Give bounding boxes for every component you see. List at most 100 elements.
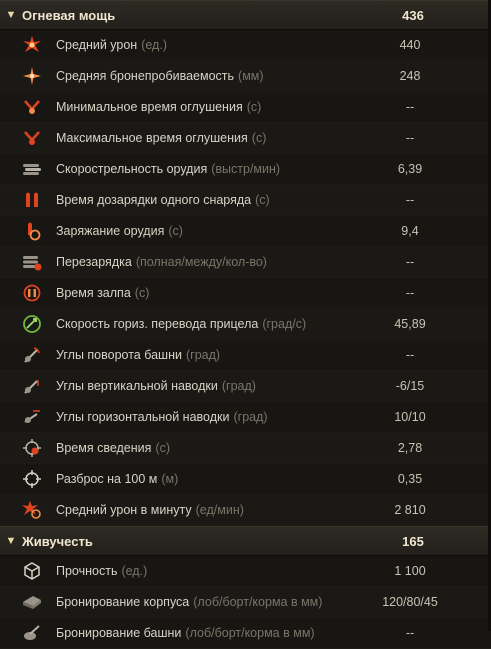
stun-min-icon — [21, 96, 43, 118]
stat-unit: (ед.) — [141, 38, 167, 52]
stat-unit: (град) — [233, 410, 268, 424]
stat-label: Время залпа — [56, 286, 131, 300]
stat-label: Средний урон — [56, 38, 138, 52]
section-header-survivability[interactable]: ▼ Живучесть 165 — [0, 526, 491, 556]
turret-armor-icon — [21, 622, 43, 644]
stat-value: -- — [405, 193, 415, 207]
turret-angle-icon — [21, 344, 43, 366]
stat-value: -- — [405, 286, 415, 300]
stat-row: Заряжание орудия (с) 9,4 — [0, 216, 491, 247]
stat-row: Максимальное время оглушения (с) -- — [0, 123, 491, 154]
stat-unit: (лоб/борт/корма в мм) — [185, 626, 315, 640]
traverse-speed-icon — [21, 313, 43, 335]
crosshair-icon — [21, 468, 43, 490]
stat-value: 6,39 — [397, 162, 423, 176]
stat-value: 9,4 — [401, 224, 419, 238]
stat-unit: (с) — [155, 441, 170, 455]
stat-row: Углы вертикальной наводки (град) -6/15 — [0, 371, 491, 402]
stat-row: Перезарядка (полная/между/кол-во) -- — [0, 247, 491, 278]
stat-value: 120/80/45 — [382, 595, 438, 609]
stat-row: Время сведения (с) 2,78 — [0, 433, 491, 464]
stat-value: 2,78 — [397, 441, 423, 455]
stat-unit: (м) — [161, 472, 179, 486]
stat-value: -- — [405, 626, 415, 640]
stat-row: Средний урон (ед.) 440 — [0, 30, 491, 61]
chevron-down-icon[interactable]: ▼ — [0, 9, 22, 21]
stat-row: Углы горизонтальной наводки (град) 10/10 — [0, 402, 491, 433]
stat-value: -6/15 — [395, 379, 425, 393]
stat-unit: (град/с) — [262, 317, 307, 331]
stat-row: Прочность (ед.) 1 100 — [0, 556, 491, 587]
penetration-icon — [21, 65, 43, 87]
stat-unit: (полная/между/кол-во) — [135, 255, 267, 269]
aim-time-icon — [21, 437, 43, 459]
rate-of-fire-icon — [21, 158, 43, 180]
stun-max-icon — [21, 127, 43, 149]
section-header-firepower[interactable]: ▼ Огневая мощь 436 — [0, 0, 491, 30]
stat-unit: (с) — [134, 286, 150, 300]
stat-value: -- — [405, 255, 415, 269]
vehicle-stats-panel: ▼ Огневая мощь 436 Средний урон (ед.) 44… — [0, 0, 491, 649]
stat-label: Разброс на 100 м — [56, 472, 158, 486]
stat-row: Скорость гориз. перевода прицела (град/с… — [0, 309, 491, 340]
stat-value: 2 810 — [394, 503, 426, 517]
stat-label: Перезарядка — [56, 255, 132, 269]
stat-unit: (град) — [221, 379, 256, 393]
stat-label: Прочность — [56, 564, 118, 578]
stat-row: Время дозарядки одного снаряда (с) -- — [0, 185, 491, 216]
stat-row: Средняя бронепробиваемость (мм) 248 — [0, 61, 491, 92]
stat-value: -- — [405, 348, 415, 362]
section-total: 165 — [402, 533, 424, 549]
stat-row: Бронирование башни (лоб/борт/корма в мм)… — [0, 618, 491, 649]
stat-label: Углы горизонтальной наводки — [56, 410, 230, 424]
magazine-icon — [21, 251, 43, 273]
salvo-icon — [21, 282, 43, 304]
stat-label: Заряжание орудия — [56, 224, 165, 238]
survivability-list: Прочность (ед.) 1 100 Бронирование корпу… — [0, 556, 491, 649]
section-title: Живучесть — [22, 533, 93, 549]
stat-row: Разброс на 100 м (м) 0,35 — [0, 464, 491, 495]
stat-label: Время сведения — [56, 441, 152, 455]
stat-value: -- — [405, 100, 415, 114]
stat-unit: (ед/мин) — [195, 503, 244, 517]
firepower-list: Средний урон (ед.) 440 Средняя бронепроб… — [0, 30, 491, 526]
stat-row: Углы поворота башни (град) -- — [0, 340, 491, 371]
stat-unit: (с) — [168, 224, 183, 238]
stat-label: Время дозарядки одного снаряда — [56, 193, 252, 207]
reload-shell-icon — [21, 220, 43, 242]
stat-label: Минимальное время оглушения — [56, 100, 243, 114]
stat-label: Средняя бронепробиваемость — [56, 69, 235, 83]
stat-value: 440 — [399, 38, 421, 52]
hitpoints-cube-icon — [21, 560, 43, 582]
stat-row: Средний урон в минуту (ед/мин) 2 810 — [0, 495, 491, 526]
stat-row: Минимальное время оглушения (с) -- — [0, 92, 491, 123]
elevation-icon — [21, 375, 43, 397]
stat-value: -- — [405, 131, 415, 145]
stat-label: Бронирование корпуса — [56, 595, 190, 609]
stat-label: Скорость гориз. перевода прицела — [56, 317, 259, 331]
stat-value: 10/10 — [394, 410, 426, 424]
stat-value: 248 — [399, 69, 421, 83]
stat-label: Скорострельность орудия — [56, 162, 208, 176]
dpm-icon — [21, 499, 43, 521]
stat-row: Скорострельность орудия (выстр/мин) 6,39 — [0, 154, 491, 185]
stat-unit: (с) — [251, 131, 267, 145]
stat-label: Средний урон в минуту — [56, 503, 192, 517]
stat-unit: (лоб/борт/корма в мм) — [193, 595, 323, 609]
shells-icon — [21, 189, 43, 211]
stat-value: 45,89 — [394, 317, 426, 331]
stat-label: Бронирование башни — [56, 626, 182, 640]
section-total: 436 — [402, 7, 424, 23]
section-title: Огневая мощь — [22, 7, 116, 23]
stat-value: 1 100 — [394, 564, 426, 578]
stat-row: Бронирование корпуса (лоб/борт/корма в м… — [0, 587, 491, 618]
stat-unit: (с) — [255, 193, 270, 207]
stat-unit: (выстр/мин) — [211, 162, 281, 176]
stat-unit: (мм) — [238, 69, 264, 83]
stat-label: Максимальное время оглушения — [56, 131, 248, 145]
damage-burst-icon — [21, 34, 43, 56]
chevron-down-icon[interactable]: ▼ — [0, 535, 22, 547]
stat-label: Углы вертикальной наводки — [56, 379, 218, 393]
stat-unit: (с) — [246, 100, 262, 114]
stat-row: Время залпа (с) -- — [0, 278, 491, 309]
